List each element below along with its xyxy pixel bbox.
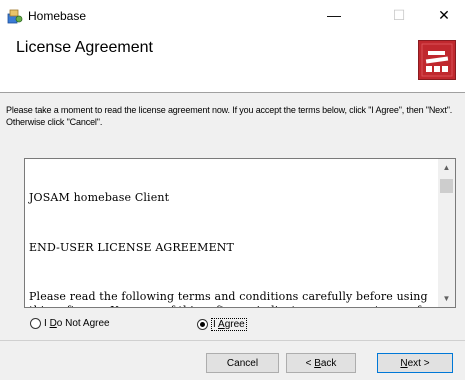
back-button[interactable]: < Back <box>286 353 356 373</box>
maximize-icon: ☐ <box>392 6 406 23</box>
radio-do-not-agree-circle[interactable] <box>30 318 41 329</box>
installer-window: Homebase — ☐ ✕ License Agreement Please … <box>0 0 465 380</box>
maximize-button[interactable]: ☐ <box>380 0 418 30</box>
license-text-area[interactable]: JOSAM homebase Client END-USER LICENSE A… <box>24 158 456 308</box>
scroll-down-icon[interactable]: ▼ <box>438 290 455 307</box>
cancel-button-label: Cancel <box>226 357 259 369</box>
radio-agree-label: I Agree <box>211 318 247 331</box>
radio-agree-circle[interactable] <box>197 319 208 330</box>
minimize-icon: — <box>327 7 341 23</box>
window-title: Homebase <box>28 9 87 23</box>
license-content: JOSAM homebase Client END-USER LICENSE A… <box>29 164 433 307</box>
license-body: Please read the following terms and cond… <box>29 290 428 307</box>
title-bar: Homebase — ☐ ✕ <box>0 0 465 30</box>
close-icon: ✕ <box>438 6 450 23</box>
vehicle-sign-logo <box>418 40 456 80</box>
footer-divider <box>0 340 465 341</box>
radio-agree[interactable]: I Agree <box>197 318 247 331</box>
close-button[interactable]: ✕ <box>425 0 463 30</box>
cancel-button[interactable]: Cancel <box>206 353 279 373</box>
next-button[interactable]: Next > <box>377 353 453 373</box>
instruction-text: Please take a moment to read the license… <box>6 105 453 127</box>
radio-do-not-agree[interactable]: I Do Not Agree <box>30 318 110 329</box>
license-subheading: END-USER LICENSE AGREEMENT <box>29 240 235 254</box>
license-heading: JOSAM homebase Client <box>29 191 170 204</box>
scroll-thumb[interactable] <box>440 179 453 193</box>
minimize-button[interactable]: — <box>315 0 353 30</box>
next-button-label: Next > <box>400 357 430 369</box>
back-button-label: < Back <box>305 357 337 369</box>
license-scrollbar[interactable]: ▲ ▼ <box>438 159 455 307</box>
scroll-up-icon[interactable]: ▲ <box>438 159 455 176</box>
page-title: License Agreement <box>16 39 153 56</box>
header-panel: License Agreement <box>0 30 465 93</box>
installer-icon <box>7 8 23 24</box>
radio-do-not-agree-label: I Do Not Agree <box>44 318 110 329</box>
